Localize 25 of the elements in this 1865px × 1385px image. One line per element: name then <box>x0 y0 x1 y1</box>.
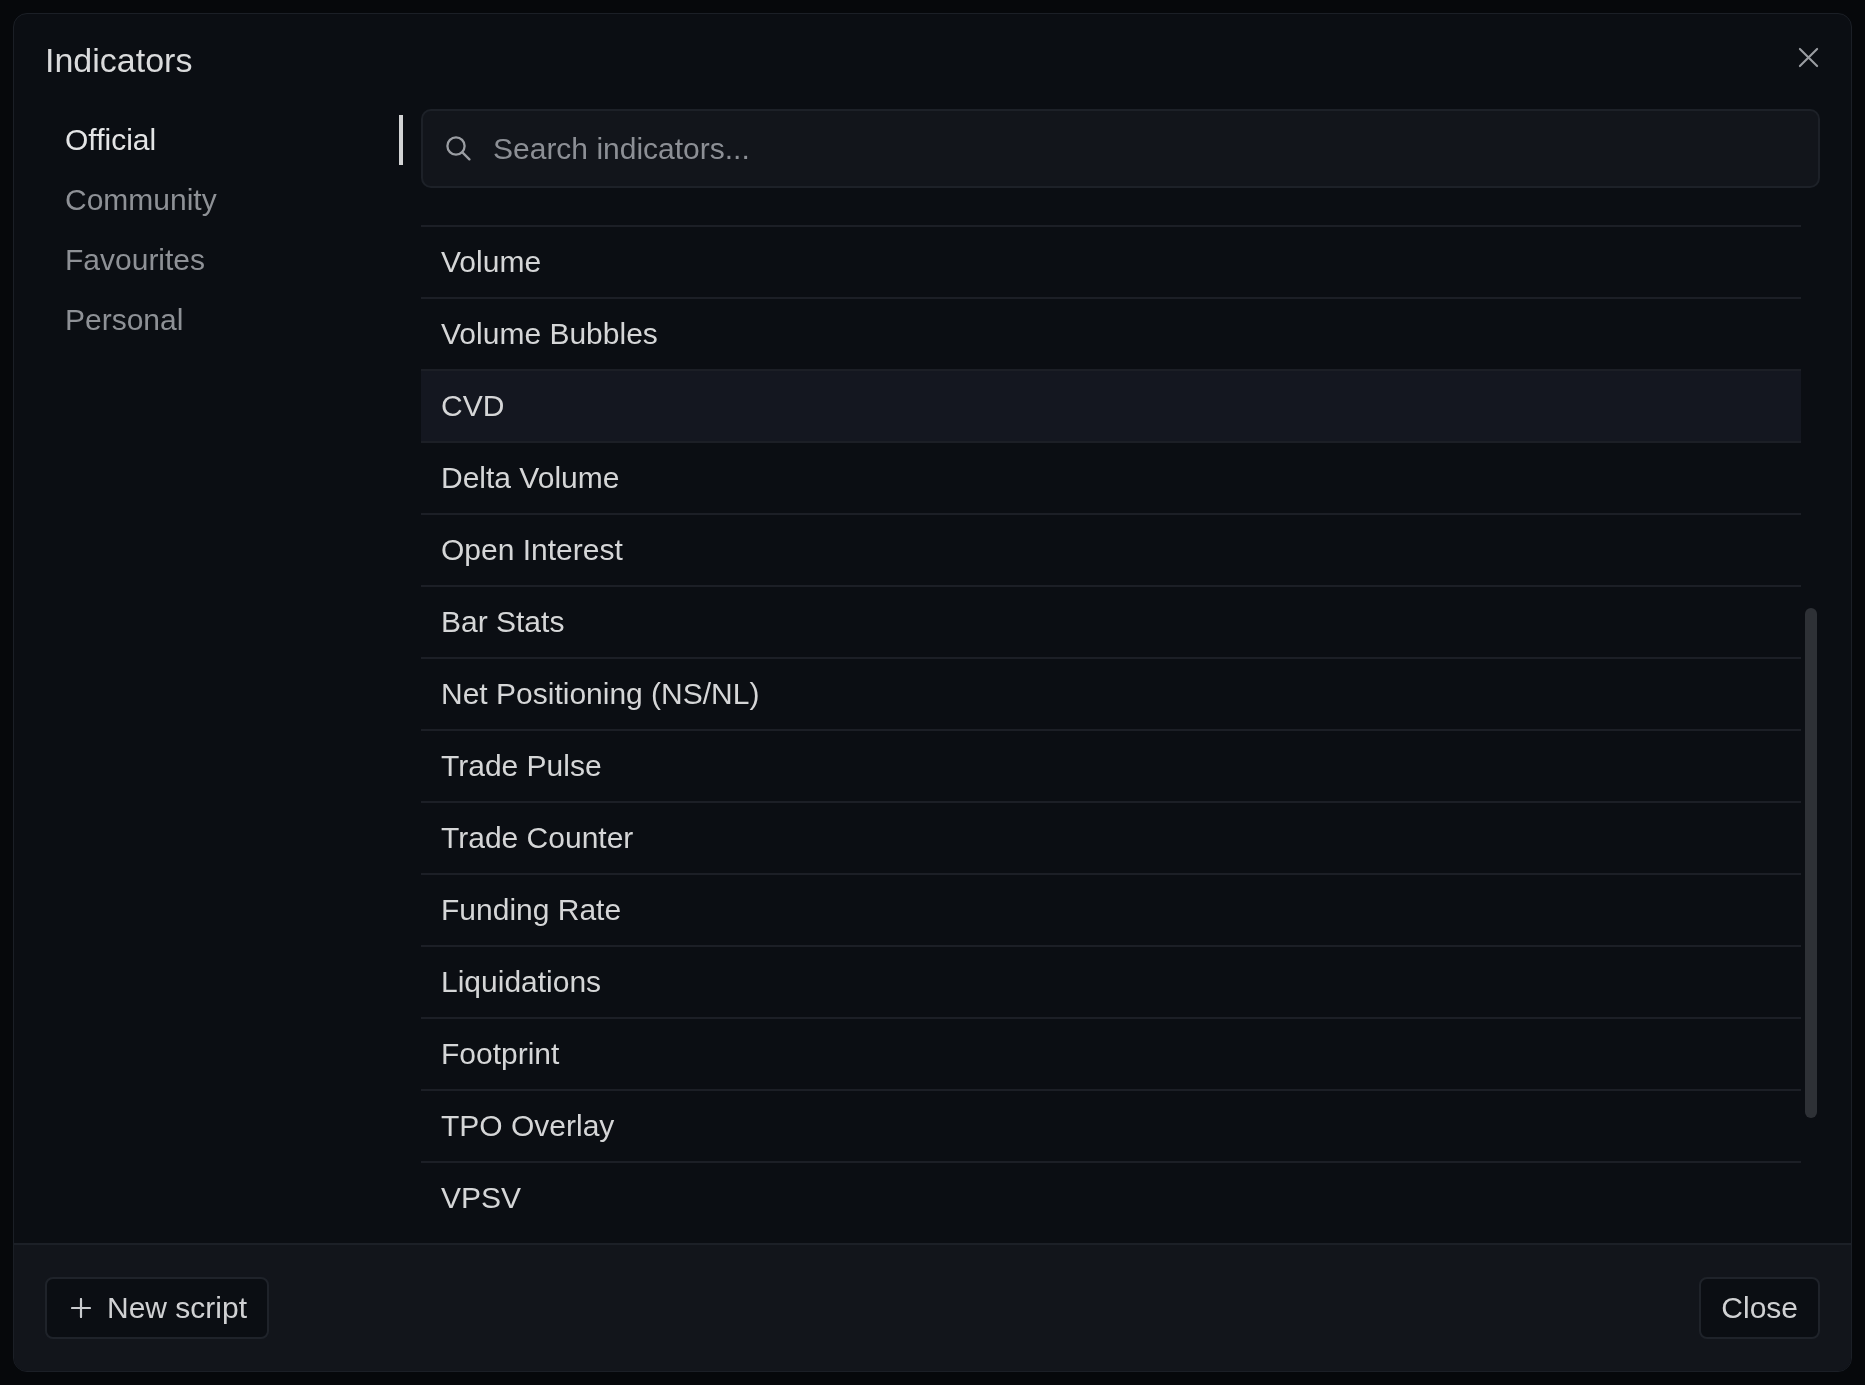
new-script-button[interactable]: New script <box>45 1277 270 1339</box>
indicator-row[interactable]: Trade Counter <box>421 803 1801 875</box>
category-tab[interactable]: Community <box>45 175 403 225</box>
category-tab[interactable]: Favourites <box>45 235 403 285</box>
search-field[interactable]: Search indicators... <box>421 109 1820 188</box>
search-icon <box>445 135 471 161</box>
indicator-row[interactable]: Volume <box>421 227 1801 299</box>
close-icon[interactable] <box>1798 47 1819 68</box>
indicator-row[interactable]: Footprint <box>421 1019 1801 1091</box>
dialog-title: Indicators <box>45 41 193 79</box>
indicator-row[interactable]: Net Positioning (NS/NL) <box>421 659 1801 731</box>
indicator-row[interactable]: CVD <box>421 371 1801 443</box>
indicator-row[interactable]: Bar Stats <box>421 587 1801 659</box>
indicator-row[interactable]: Open Interest <box>421 515 1801 587</box>
indicator-row[interactable]: Funding Rate <box>421 875 1801 947</box>
indicator-row[interactable]: Delta Volume <box>421 443 1801 515</box>
indicator-row[interactable]: TPO Overlay <box>421 1091 1801 1163</box>
category-tab[interactable]: Official <box>45 115 403 165</box>
indicator-row[interactable]: VPSV <box>421 1163 1801 1235</box>
scrollbar-thumb[interactable] <box>1805 608 1817 1118</box>
close-button[interactable]: Close <box>1699 1277 1820 1339</box>
plus-icon <box>71 1298 91 1318</box>
indicator-row[interactable]: Liquidations <box>421 947 1801 1019</box>
category-tab[interactable]: Personal <box>45 295 403 345</box>
indicator-row[interactable]: Trade Pulse <box>421 731 1801 803</box>
